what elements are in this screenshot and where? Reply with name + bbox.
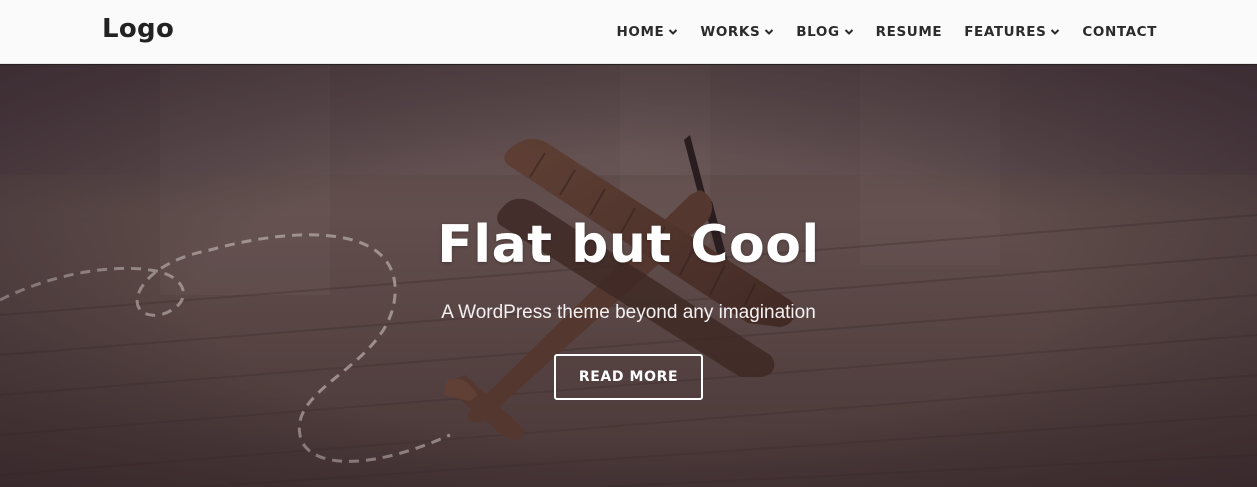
main-nav: HOME WORKS BLOG RESUME FEATURES CONTACT	[595, 0, 1158, 64]
nav-item-blog[interactable]: BLOG	[796, 24, 853, 40]
hero-title: Flat but Cool	[437, 215, 820, 275]
chevron-down-icon	[669, 29, 678, 35]
site-header: Logo HOME WORKS BLOG RESUME FEATURES CON…	[0, 0, 1257, 64]
nav-item-label: WORKS	[700, 24, 761, 40]
hero-subtitle: A WordPress theme beyond any imagination	[441, 302, 816, 323]
nav-item-works[interactable]: WORKS	[700, 24, 774, 40]
site-logo[interactable]: Logo	[102, 14, 174, 44]
chevron-down-icon	[844, 29, 853, 35]
chevron-down-icon	[1051, 29, 1060, 35]
hero-overlay	[0, 65, 1257, 487]
nav-item-features[interactable]: FEATURES	[964, 24, 1060, 40]
nav-item-label: RESUME	[875, 24, 943, 40]
nav-item-home[interactable]: HOME	[617, 24, 679, 40]
nav-item-label: HOME	[616, 24, 665, 40]
nav-item-resume[interactable]: RESUME	[876, 24, 943, 40]
chevron-down-icon	[765, 29, 774, 35]
nav-item-contact[interactable]: CONTACT	[1082, 24, 1157, 40]
nav-item-label: CONTACT	[1082, 24, 1157, 40]
read-more-button[interactable]: READ MORE	[554, 354, 703, 400]
nav-item-label: FEATURES	[964, 24, 1047, 40]
hero-section: Flat but Cool A WordPress theme beyond a…	[0, 65, 1257, 487]
nav-item-label: BLOG	[796, 24, 840, 40]
